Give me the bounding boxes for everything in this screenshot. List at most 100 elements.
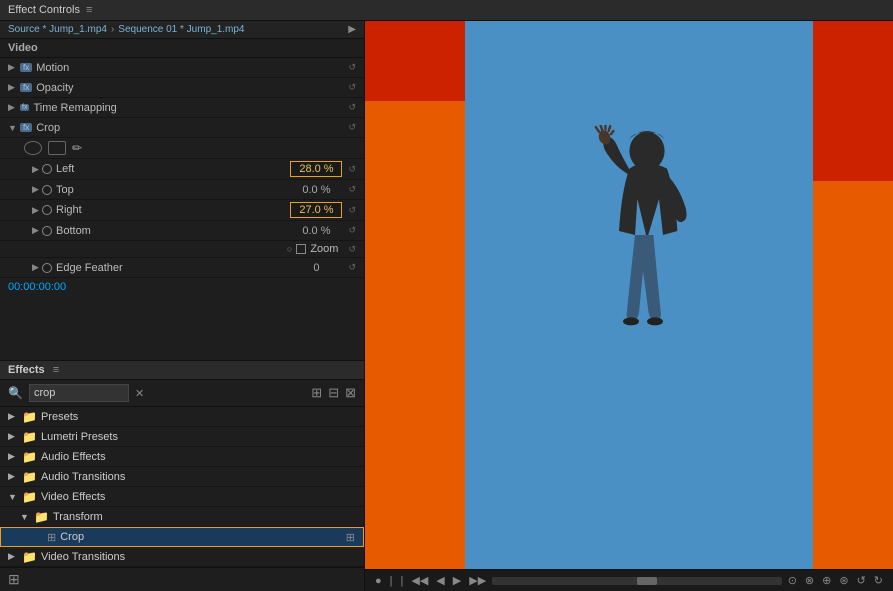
crop-item-label: Crop bbox=[60, 531, 342, 543]
zoom-circle: ○ bbox=[287, 244, 292, 254]
left-expand[interactable]: ▶ bbox=[32, 164, 42, 175]
opacity-reset[interactable]: ↺ bbox=[348, 82, 356, 93]
effects-panel: Effects ≡ 🔍 ✕ ⊞ ⊟ ⊠ ▶ 📁 P bbox=[0, 361, 364, 591]
video-effects-expand-tri[interactable]: ▼ bbox=[8, 492, 18, 502]
ctrl-step-fwd[interactable]: ▶▶ bbox=[467, 574, 488, 587]
new-folder-icon[interactable]: ⊟ bbox=[328, 385, 339, 401]
crop-header-row[interactable]: ▼ fx Crop ↺ bbox=[0, 118, 364, 138]
top-param-row[interactable]: ▶ Top 0.0 % ↺ bbox=[0, 180, 364, 200]
right-reset[interactable]: ↺ bbox=[348, 205, 356, 216]
search-input[interactable] bbox=[29, 384, 129, 402]
time-remap-expand[interactable]: ▶ bbox=[8, 102, 20, 113]
video-transitions-item[interactable]: ▶ 📁 Video Transitions bbox=[0, 547, 364, 567]
ctrl-dot1[interactable]: ● bbox=[373, 575, 384, 587]
right-value[interactable]: 27.0 % bbox=[290, 202, 342, 218]
audio-transitions-item[interactable]: ▶ 📁 Audio Transitions bbox=[0, 467, 364, 487]
edge-feather-value[interactable]: 0 bbox=[290, 261, 342, 275]
preview-controls: ● | | ◀◀ ◀ ▶ ▶▶ ⊙ ⊗ ⊕ ⊛ ↺ ↻ bbox=[365, 569, 893, 591]
opacity-expand[interactable]: ▶ bbox=[8, 82, 20, 93]
ctrl-icon3[interactable]: ⊕ bbox=[820, 574, 833, 587]
transform-folder-icon: 📁 bbox=[34, 510, 49, 524]
edge-feather-row[interactable]: ▶ Edge Feather 0 ↺ bbox=[0, 258, 364, 278]
ctrl-step-back[interactable]: ◀ bbox=[434, 574, 446, 587]
crop-reset[interactable]: ↺ bbox=[348, 122, 356, 133]
source-clip1[interactable]: Source * Jump_1.mp4 bbox=[8, 24, 107, 35]
effects-menu-icon[interactable]: ≡ bbox=[53, 364, 59, 376]
edge-stopwatch[interactable] bbox=[42, 263, 52, 273]
left-reset[interactable]: ↺ bbox=[348, 164, 356, 175]
left-stopwatch[interactable] bbox=[42, 164, 52, 174]
ctrl-icon4[interactable]: ⊛ bbox=[837, 574, 850, 587]
preview-scrollbar-thumb[interactable] bbox=[637, 577, 657, 585]
right-stopwatch[interactable] bbox=[42, 205, 52, 215]
edge-expand[interactable]: ▶ bbox=[32, 262, 42, 273]
video-effects-item[interactable]: ▼ 📁 Video Effects bbox=[0, 487, 364, 507]
audio-effects-item[interactable]: ▶ 📁 Audio Effects bbox=[0, 447, 364, 467]
left-param-row[interactable]: ▶ Left 28.0 % ↺ bbox=[0, 159, 364, 180]
panel-menu-icon[interactable]: ≡ bbox=[86, 4, 92, 16]
edge-feather-reset[interactable]: ↺ bbox=[348, 262, 356, 273]
new-bin-icon[interactable]: ⊞ bbox=[311, 385, 322, 401]
sequence-arrow[interactable]: ▶ bbox=[348, 24, 356, 35]
bottom-label: Bottom bbox=[56, 225, 290, 237]
effect-controls-title-bar: Effect Controls ≡ bbox=[0, 0, 893, 21]
lumetri-expand-tri[interactable]: ▶ bbox=[8, 431, 18, 442]
bottom-stopwatch[interactable] bbox=[42, 226, 52, 236]
video-transitions-label: Video Transitions bbox=[41, 551, 356, 563]
crop-pen-tool[interactable]: ✏ bbox=[72, 141, 82, 155]
zoom-reset[interactable]: ↺ bbox=[348, 244, 356, 255]
lumetri-folder-icon: 📁 bbox=[22, 430, 37, 444]
preview-scrollbar[interactable] bbox=[492, 577, 782, 585]
crop-item-right-icon: ⊞ bbox=[346, 531, 355, 544]
audio-transitions-label: Audio Transitions bbox=[41, 471, 356, 483]
ctrl-icon1[interactable]: ⊙ bbox=[786, 574, 799, 587]
motion-row[interactable]: ▶ fx Motion ↺ bbox=[0, 58, 364, 78]
opacity-row[interactable]: ▶ fx Opacity ↺ bbox=[0, 78, 364, 98]
search-clear-icon[interactable]: ✕ bbox=[135, 387, 144, 400]
motion-expand[interactable]: ▶ bbox=[8, 62, 20, 73]
crop-expand[interactable]: ▼ bbox=[8, 123, 20, 133]
transform-item[interactable]: ▼ 📁 Transform bbox=[0, 507, 364, 527]
motion-reset[interactable]: ↺ bbox=[348, 62, 356, 73]
new-custom-bin-icon[interactable]: ⊞ bbox=[8, 571, 20, 588]
ctrl-undo[interactable]: ↺ bbox=[855, 574, 868, 587]
audio-effects-label: Audio Effects bbox=[41, 451, 356, 463]
left-label: Left bbox=[56, 163, 290, 175]
delete-icon[interactable]: ⊠ bbox=[345, 385, 356, 401]
left-value[interactable]: 28.0 % bbox=[290, 161, 342, 177]
panel-title: Effect Controls bbox=[8, 4, 80, 16]
bottom-value[interactable]: 0.0 % bbox=[290, 224, 342, 238]
bottom-param-row[interactable]: ▶ Bottom 0.0 % ↺ bbox=[0, 221, 364, 241]
crop-ellipse-tool[interactable] bbox=[24, 141, 42, 155]
person-silhouette-area bbox=[465, 21, 813, 569]
crop-item[interactable]: ▶ ⊞ Crop ⊞ bbox=[0, 527, 364, 547]
source-bar: Source * Jump_1.mp4 › Sequence 01 * Jump… bbox=[0, 21, 364, 39]
ctrl-play[interactable]: ▶ bbox=[451, 574, 463, 587]
zoom-checkbox[interactable] bbox=[296, 244, 306, 254]
right-expand[interactable]: ▶ bbox=[32, 205, 42, 216]
right-param-row[interactable]: ▶ Right 27.0 % ↺ bbox=[0, 200, 364, 221]
audio-trans-expand-tri[interactable]: ▶ bbox=[8, 471, 18, 482]
bottom-reset[interactable]: ↺ bbox=[348, 225, 356, 236]
top-reset[interactable]: ↺ bbox=[348, 184, 356, 195]
source-sequence[interactable]: Sequence 01 * Jump_1.mp4 bbox=[118, 24, 244, 35]
transform-expand-tri[interactable]: ▼ bbox=[20, 512, 30, 522]
presets-expand-tri[interactable]: ▶ bbox=[8, 411, 18, 422]
top-stopwatch[interactable] bbox=[42, 185, 52, 195]
ctrl-redo[interactable]: ↻ bbox=[872, 574, 885, 587]
ctrl-rewind[interactable]: ◀◀ bbox=[409, 574, 430, 587]
audio-trans-folder-icon: 📁 bbox=[22, 470, 37, 484]
bottom-expand[interactable]: ▶ bbox=[32, 225, 42, 236]
zoom-label: Zoom bbox=[310, 243, 338, 255]
time-remap-reset[interactable]: ↺ bbox=[348, 102, 356, 113]
video-trans-expand-tri[interactable]: ▶ bbox=[8, 551, 18, 562]
lumetri-presets-item[interactable]: ▶ 📁 Lumetri Presets bbox=[0, 427, 364, 447]
top-expand[interactable]: ▶ bbox=[32, 184, 42, 195]
time-remapping-row[interactable]: ▶ fx Time Remapping ↺ bbox=[0, 98, 364, 118]
top-value[interactable]: 0.0 % bbox=[290, 183, 342, 197]
presets-item[interactable]: ▶ 📁 Presets bbox=[0, 407, 364, 427]
red-top-right bbox=[813, 21, 893, 181]
crop-rect-tool[interactable] bbox=[48, 141, 66, 155]
audio-effects-expand-tri[interactable]: ▶ bbox=[8, 451, 18, 462]
ctrl-icon2[interactable]: ⊗ bbox=[803, 574, 816, 587]
